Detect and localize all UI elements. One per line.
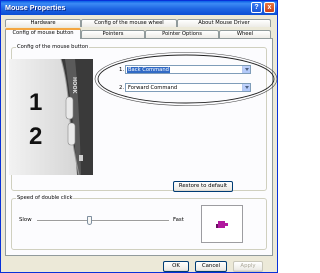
tab-pointer-options[interactable]: Pointer Options bbox=[145, 30, 219, 38]
tab-config-mouse-button[interactable]: Config of mouse button bbox=[5, 28, 81, 39]
mouse-side-image: 1 2 HOOK bbox=[9, 59, 93, 175]
tab-wheel[interactable]: Wheel bbox=[219, 30, 271, 38]
tab-config-mouse-wheel[interactable]: Config of the mouse wheel bbox=[81, 19, 177, 27]
highlight-ellipse bbox=[94, 52, 278, 106]
mouse-illustration bbox=[60, 59, 93, 175]
callout-1: 1 bbox=[29, 89, 43, 116]
mouse-brand-text: HOOK bbox=[71, 77, 77, 94]
mouse-button-group-label: Config of the mouse button bbox=[16, 44, 90, 51]
restore-default-button[interactable]: Restore to default bbox=[173, 181, 233, 192]
tab-about-mouse-driver[interactable]: About Mouse Driver bbox=[177, 19, 271, 27]
ok-button[interactable]: OK bbox=[163, 261, 189, 272]
test-icon bbox=[216, 221, 228, 228]
tab-pointers[interactable]: Pointers bbox=[81, 30, 145, 38]
slow-label: Slow bbox=[19, 217, 32, 223]
title-bar[interactable]: Mouse Properties ? x bbox=[1, 1, 277, 15]
fast-label: Fast bbox=[173, 217, 184, 223]
speed-slider-thumb[interactable] bbox=[86, 216, 92, 225]
double-click-test-area[interactable] bbox=[201, 205, 243, 243]
callout-2: 2 bbox=[29, 123, 43, 150]
cancel-button[interactable]: Cancel bbox=[195, 261, 227, 272]
apply-button[interactable]: Apply bbox=[233, 261, 263, 272]
double-click-group-label: Speed of double click bbox=[16, 195, 74, 202]
tab-hardware[interactable]: Hardware bbox=[5, 19, 81, 27]
help-button[interactable]: ? bbox=[251, 2, 262, 13]
speed-slider-track[interactable] bbox=[37, 220, 169, 222]
mouse-properties-window: Mouse Properties ? x Hardware Config of … bbox=[0, 0, 278, 273]
close-button[interactable]: x bbox=[264, 2, 275, 13]
window-title: Mouse Properties bbox=[5, 3, 66, 12]
